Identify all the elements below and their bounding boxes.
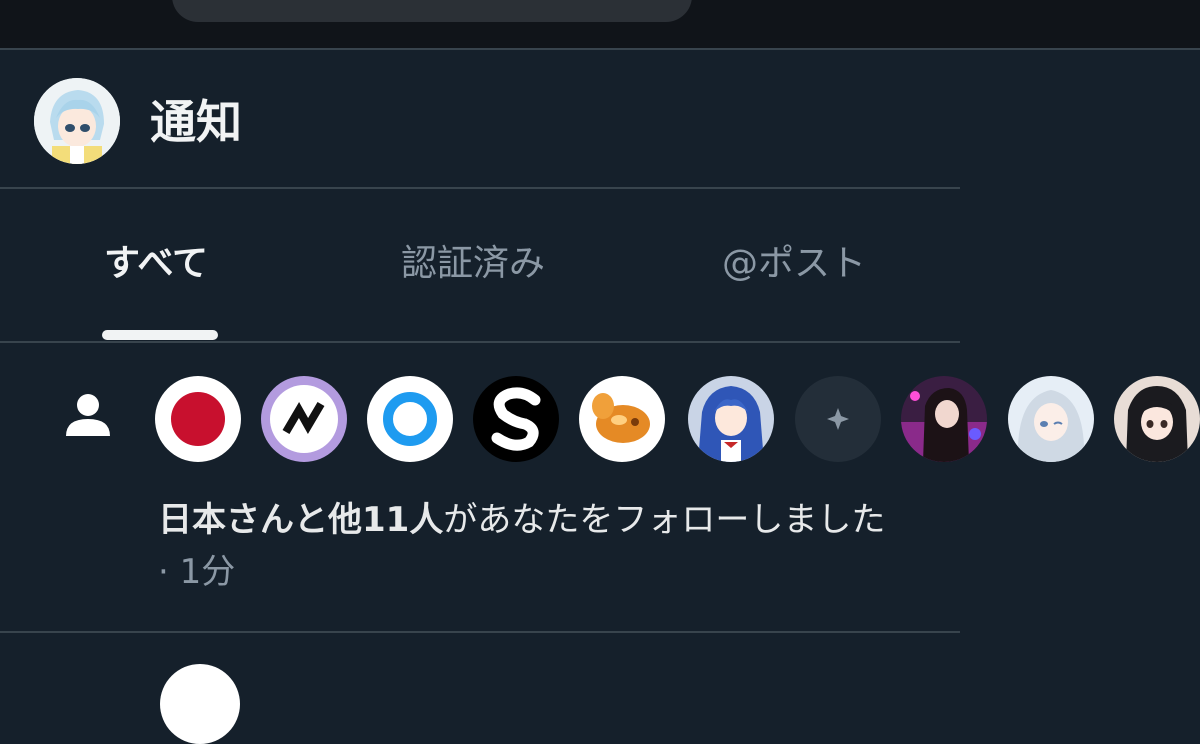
timestamp: 1分 — [179, 552, 236, 592]
tab-bar: すべて 認証済み @ポスト — [0, 190, 960, 342]
active-tab-indicator — [102, 330, 218, 340]
search-pill[interactable] — [172, 0, 692, 22]
orange-creature-avatar[interactable] — [579, 376, 665, 462]
profile-avatar[interactable] — [34, 78, 120, 164]
notification-action: があなたをフォローしました — [443, 500, 886, 540]
white-hair-girl-avatar[interactable] — [1008, 376, 1094, 462]
japan-flag-avatar[interactable] — [155, 376, 241, 462]
time-separator: · — [158, 552, 169, 592]
follow-notification[interactable]: 日本さんと他11人があなたをフォローしました · 1分 — [0, 344, 1200, 632]
tabs-divider — [0, 341, 960, 343]
blue-ring-avatar[interactable] — [367, 376, 453, 462]
black-hair-girl-avatar[interactable] — [1114, 376, 1200, 462]
page-title: 通知 — [150, 95, 242, 149]
next-notification-avatar[interactable] — [160, 664, 240, 744]
actor-name[interactable]: 日本さん — [158, 500, 294, 540]
s-logo-avatar[interactable] — [473, 376, 559, 462]
tab-all[interactable]: すべて — [104, 242, 208, 286]
header-divider — [0, 187, 960, 189]
follower-avatars — [0, 376, 1200, 464]
tab-verified[interactable]: 認証済み — [401, 242, 545, 286]
dark-hair-girl-avatar[interactable] — [901, 376, 987, 462]
sparkle-default-avatar[interactable] — [795, 376, 881, 462]
tab-mentions[interactable]: @ポスト — [722, 242, 866, 286]
notification-divider — [0, 631, 960, 633]
header: 通知 — [0, 50, 960, 188]
blue-hair-girl-avatar[interactable] — [688, 376, 774, 462]
others-count: と他11人 — [294, 500, 444, 540]
notification-text: 日本さんと他11人があなたをフォローしました · 1分 — [158, 494, 898, 598]
zigzag-logo-avatar[interactable] — [261, 376, 347, 462]
top-bar — [0, 0, 1200, 48]
